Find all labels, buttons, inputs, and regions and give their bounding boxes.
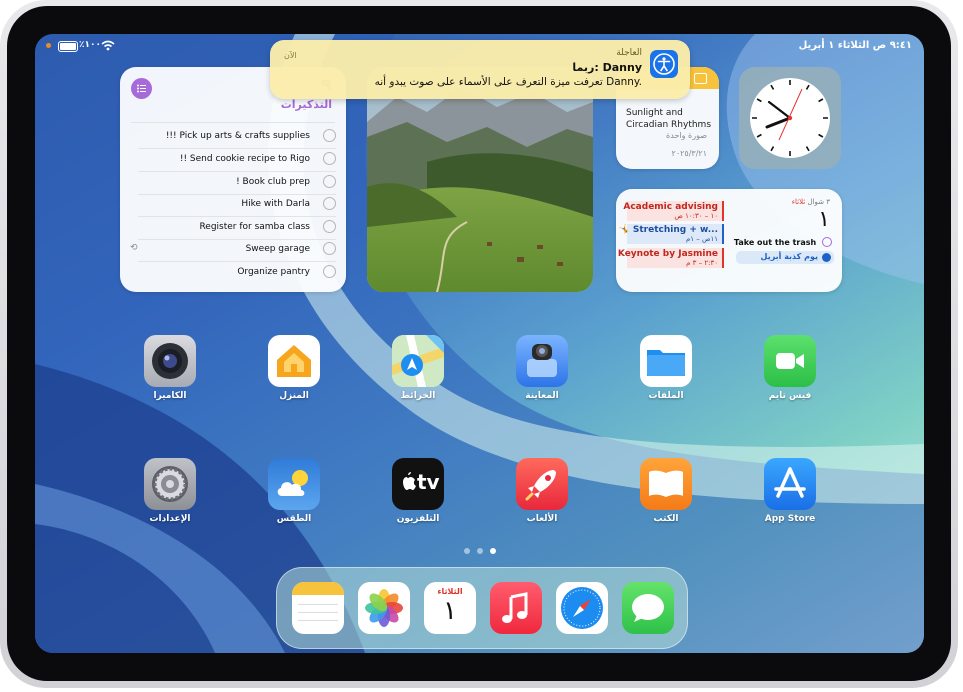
reminder-item[interactable]: Register for samba class xyxy=(138,218,336,240)
reminder-checkbox[interactable] xyxy=(323,197,336,210)
reminders-list-icon xyxy=(131,78,152,99)
app-games[interactable]: الألعاب xyxy=(492,458,592,548)
reminder-item[interactable]: Organize pantry xyxy=(138,263,336,285)
analog-clock xyxy=(750,78,830,158)
app-camera[interactable]: الكاميرا xyxy=(120,335,220,425)
calendar-widget[interactable]: ٣ شوال ثلاثاء ١ Take out the trash يوم ك… xyxy=(616,189,842,292)
preview-icon xyxy=(516,335,568,387)
repeat-icon: ⟲ xyxy=(130,243,138,253)
notification-time: الآن xyxy=(284,51,297,60)
app-store-icon xyxy=(764,458,816,510)
reminder-item[interactable]: !! Send cookie recipe to Rigo xyxy=(138,150,336,172)
calendar-day: ١ xyxy=(818,207,830,232)
app-maps[interactable]: الخرائط xyxy=(368,335,468,425)
notes-icon[interactable] xyxy=(292,582,344,634)
holiday-event[interactable]: يوم كذبة أبريل xyxy=(736,251,834,264)
files-icon xyxy=(640,335,692,387)
privacy-indicator xyxy=(46,43,51,48)
app-files[interactable]: الملفات xyxy=(616,335,716,425)
calendar-event[interactable]: 🤸 Stretching + w... ١١ص – ١م xyxy=(619,224,724,244)
notification-title: ربما: Danny xyxy=(572,61,642,74)
hijri-date: ٣ شوال xyxy=(807,198,830,206)
app-preview[interactable]: المعاينة xyxy=(492,335,592,425)
calendar-weekday: ثلاثاء xyxy=(791,198,806,206)
settings-icon xyxy=(144,458,196,510)
accessibility-icon xyxy=(650,50,678,78)
maps-icon xyxy=(392,335,444,387)
page-dot[interactable] xyxy=(464,548,470,554)
reminder-checkbox[interactable] xyxy=(323,242,336,255)
reminder-item[interactable]: Hike with Darla xyxy=(138,195,336,217)
battery-percent: ٪١٠٠ xyxy=(79,40,101,50)
notification-banner[interactable]: العاجلة الآن ربما: Danny تعرفت ميزة التع… xyxy=(270,40,690,99)
calendar-event[interactable]: Academic advising ١٠ – ١٠:٣٠ ص xyxy=(623,201,724,221)
note-subtitle: صورة واحدة xyxy=(666,131,707,140)
home-icon xyxy=(268,335,320,387)
facetime-icon xyxy=(764,335,816,387)
wifi-icon xyxy=(101,40,115,51)
reminders-title: التذكيرات xyxy=(280,98,332,111)
notification-body: تعرفت ميزة التعرف على الأسماء على صوت يب… xyxy=(374,76,642,88)
star-icon xyxy=(822,253,831,262)
reminder-item[interactable]: ! Book club prep xyxy=(138,173,336,195)
app-books[interactable]: الكتب xyxy=(616,458,716,548)
messages-icon[interactable] xyxy=(622,582,674,634)
reminder-checkbox[interactable] xyxy=(323,129,336,142)
home-screen: ٩:٤١ ص الثلاثاء ١ أبريل ٪١٠٠ ٩ التذكيرات… xyxy=(35,34,924,653)
photo-widget[interactable] xyxy=(367,67,593,292)
safari-icon[interactable] xyxy=(556,582,608,634)
calendar-reminder[interactable]: Take out the trash xyxy=(734,237,832,247)
tv-icon: tv xyxy=(392,458,444,510)
landscape-photo xyxy=(367,67,593,292)
reminder-item[interactable]: !!! Pick up arts & crafts supplies xyxy=(138,127,336,149)
dock: الثلاثاء ١ xyxy=(276,567,688,649)
app-tv[interactable]: tv التلفزيون xyxy=(368,458,468,548)
games-icon xyxy=(516,458,568,510)
app-settings[interactable]: الإعدادات xyxy=(120,458,220,548)
reminder-checkbox[interactable] xyxy=(323,220,336,233)
calendar-icon[interactable]: الثلاثاء ١ xyxy=(424,582,476,634)
page-dot-active[interactable] xyxy=(490,548,496,554)
app-weather[interactable]: الطقس xyxy=(244,458,344,548)
clock-widget[interactable] xyxy=(739,67,841,169)
reminders-widget[interactable]: ٩ التذكيرات !!! Pick up arts & crafts su… xyxy=(120,67,346,292)
reminder-checkbox[interactable] xyxy=(323,265,336,278)
app-facetime[interactable]: فيس تايم xyxy=(740,335,840,425)
app-home[interactable]: المنزل xyxy=(244,335,344,425)
note-title: Sunlight and Circadian Rhythms xyxy=(626,108,712,130)
battery-icon xyxy=(58,41,78,52)
calendar-event[interactable]: Keynote by Jasmine ٢:٣٠ – ٣ م xyxy=(618,248,724,268)
camera-icon xyxy=(144,335,196,387)
reminder-checkbox[interactable] xyxy=(323,152,336,165)
books-icon xyxy=(640,458,692,510)
photos-icon[interactable] xyxy=(358,582,410,634)
notification-category: العاجلة xyxy=(616,48,642,58)
music-icon[interactable] xyxy=(490,582,542,634)
reminder-checkbox[interactable] xyxy=(822,237,832,247)
page-dot[interactable] xyxy=(477,548,483,554)
reminder-checkbox[interactable] xyxy=(323,175,336,188)
reminder-item[interactable]: ⟲ Sweep garage xyxy=(130,240,336,262)
status-time-date: ٩:٤١ ص الثلاثاء ١ أبريل xyxy=(798,40,912,51)
weather-icon xyxy=(268,458,320,510)
app-app-store[interactable]: App Store xyxy=(740,458,840,548)
folder-icon xyxy=(694,73,707,84)
note-date: ٢٠٢٥/٣/٢١ xyxy=(671,149,707,158)
